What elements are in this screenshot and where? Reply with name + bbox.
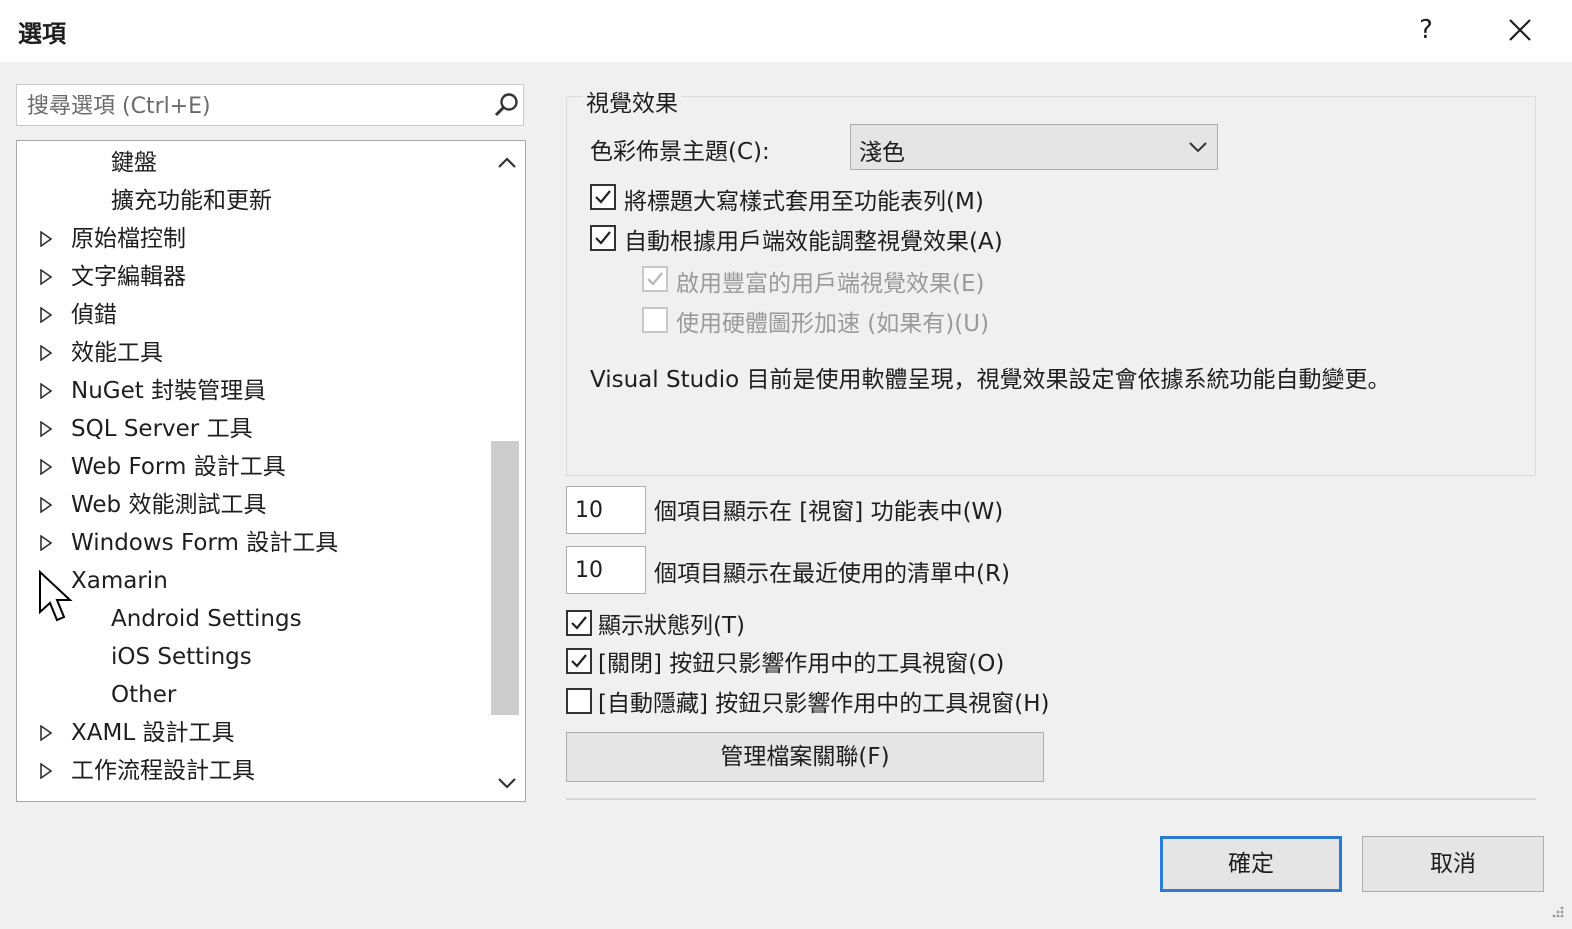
expand-arrow-icon[interactable] [39,411,55,447]
tree-item-web-form[interactable]: Web Form 設計工具 [71,449,286,485]
chevron-down-icon [498,778,516,789]
tree-item-workflow-designer[interactable]: 工作流程設計工具 [71,753,255,789]
expand-arrow-icon[interactable] [39,221,55,257]
visual-effects-title: 視覺效果 [582,84,682,118]
dialog-title: 選項 [18,20,66,48]
tree-item-android-settings[interactable]: Android Settings [111,601,302,637]
resize-grip-icon[interactable] [1546,904,1566,924]
status-bar-checkbox[interactable] [566,610,592,636]
checkmark-icon [595,190,611,204]
mouse-cursor-icon [39,570,73,622]
autohide-button-affects-label: [自動隱藏] 按鈕只影響作用中的工具視窗(H) [598,691,1050,717]
color-theme-value: 淺色 [859,140,905,166]
tree-item-windows-form[interactable]: Windows Form 設計工具 [71,525,338,561]
tree-item-extensions[interactable]: 擴充功能和更新 [111,183,272,219]
expand-arrow-icon[interactable] [39,259,55,295]
expand-arrow-icon[interactable] [39,525,55,561]
color-theme-label: 色彩佈景主題(C): [590,139,770,165]
tree-item-web-perf-test[interactable]: Web 效能測試工具 [71,487,266,523]
hw-accel-checkbox[interactable] [642,307,668,333]
hw-accel-label: 使用硬體圖形加速 (如果有)(U) [676,311,990,337]
checkmark-icon [571,616,587,630]
scrollbar-thumb[interactable] [491,441,519,715]
manage-file-associations-button[interactable]: 管理檔案關聯(F) [566,732,1044,782]
close-button[interactable] [1500,10,1540,50]
recent-count-input[interactable] [573,553,637,587]
expand-arrow-icon[interactable] [39,449,55,485]
expand-arrow-icon[interactable] [39,335,55,371]
ok-button[interactable]: 確定 [1160,836,1342,892]
tree-item-performance-tools[interactable]: 效能工具 [71,335,163,371]
expand-arrow-icon[interactable] [39,487,55,523]
expand-arrow-icon[interactable] [39,297,55,333]
color-theme-dropdown[interactable]: 淺色 [850,124,1218,170]
scroll-down-button[interactable] [491,767,523,799]
checkmark-icon [571,654,587,668]
window-menu-count-label: 個項目顯示在 [視窗] 功能表中(W) [654,499,1004,525]
tree-item-xamarin[interactable]: Xamarin [71,563,168,599]
window-menu-count-input[interactable] [573,493,637,527]
scroll-up-button[interactable] [491,147,523,179]
tree-item-ios-settings[interactable]: iOS Settings [111,639,252,675]
close-button-affects-checkbox[interactable] [566,648,592,674]
options-tree[interactable]: 鍵盤 擴充功能和更新 原始檔控制 文字編輯器 偵錯 效能工具 NuGet 封裝管… [16,140,526,802]
expand-arrow-icon[interactable] [39,715,55,751]
window-menu-count-field[interactable] [566,486,646,534]
recent-count-label: 個項目顯示在最近使用的清單中(R) [654,561,1010,587]
close-button-affects-label: [關閉] 按鈕只影響作用中的工具視窗(O) [598,651,1005,677]
rich-client-checkbox[interactable] [642,266,668,292]
status-bar-label: 顯示狀態列(T) [598,613,745,639]
tree-item-source-control[interactable]: 原始檔控制 [71,221,186,257]
rendering-info-text: Visual Studio 目前是使用軟體呈現，視覺效果設定會依據系統功能自動變… [590,367,1391,393]
search-input[interactable] [25,89,489,123]
expand-arrow-icon[interactable] [39,373,55,409]
cancel-button[interactable]: 取消 [1362,836,1544,892]
title-bar: 選項 ? [0,0,1572,62]
title-case-label: 將標題大寫樣式套用至功能表列(M) [624,189,984,215]
tree-item-keyboard[interactable]: 鍵盤 [111,145,157,181]
auto-adjust-checkbox[interactable] [590,225,616,251]
tree-item-debugging[interactable]: 偵錯 [71,297,117,333]
tree-item-text-editor[interactable]: 文字編輯器 [71,259,186,295]
checkmark-icon [595,231,611,245]
recent-count-field[interactable] [566,546,646,594]
autohide-button-affects-checkbox[interactable] [566,688,592,714]
tree-item-other[interactable]: Other [111,677,176,713]
tree-item-xaml-designer[interactable]: XAML 設計工具 [71,715,234,751]
tree-item-sql-server[interactable]: SQL Server 工具 [71,411,253,447]
chevron-up-icon [498,157,516,168]
search-icon[interactable] [493,91,521,119]
search-box[interactable] [16,84,524,126]
expand-arrow-icon[interactable] [39,753,55,789]
help-button[interactable]: ? [1408,10,1444,50]
rich-client-label: 啟用豐富的用戶端視覺效果(E) [676,271,985,297]
separator [566,798,1536,800]
title-case-checkbox[interactable] [590,184,616,210]
chevron-down-icon [1189,142,1207,153]
tree-item-nuget[interactable]: NuGet 封裝管理員 [71,373,266,409]
checkmark-icon [647,272,663,286]
auto-adjust-label: 自動根據用戶端效能調整視覺效果(A) [624,229,1003,255]
close-icon [1509,19,1531,41]
